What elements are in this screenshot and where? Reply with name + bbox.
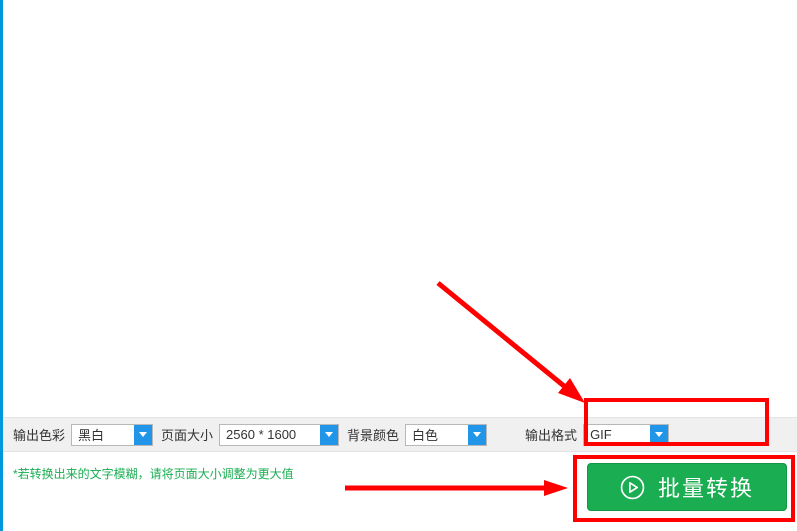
output-color-group: 输出色彩 黑白 (13, 424, 153, 446)
batch-convert-button[interactable]: 批量转换 (587, 463, 787, 511)
hint-text: *若转换出来的文字模糊，请将页面大小调整为更大值 (13, 467, 294, 481)
output-format-value: GIF (584, 425, 650, 445)
output-color-dropdown[interactable]: 黑白 (71, 424, 153, 446)
chevron-down-icon (134, 425, 152, 445)
chevron-down-icon (650, 425, 668, 445)
chevron-down-icon (468, 425, 486, 445)
page-size-dropdown[interactable]: 2560 * 1600 (219, 424, 339, 446)
background-color-value: 白色 (406, 425, 468, 445)
output-color-value: 黑白 (72, 425, 134, 445)
play-circle-icon (620, 475, 645, 500)
chevron-down-icon (320, 425, 338, 445)
background-color-dropdown[interactable]: 白色 (405, 424, 487, 446)
page-size-value: 2560 * 1600 (220, 425, 320, 445)
options-bar: 输出色彩 黑白 页面大小 2560 * 1600 背景颜色 白色 输出格式 G (3, 417, 797, 452)
background-color-label: 背景颜色 (347, 425, 399, 444)
background-color-group: 背景颜色 白色 (347, 424, 487, 446)
page-size-group: 页面大小 2560 * 1600 (161, 424, 339, 446)
output-format-group: 输出格式 GIF (525, 424, 669, 446)
output-color-label: 输出色彩 (13, 425, 65, 444)
output-format-label: 输出格式 (525, 425, 577, 444)
batch-convert-label: 批量转换 (658, 471, 754, 503)
page-size-label: 页面大小 (161, 425, 213, 444)
output-format-dropdown[interactable]: GIF (583, 424, 669, 446)
main-content-area (3, 0, 797, 417)
